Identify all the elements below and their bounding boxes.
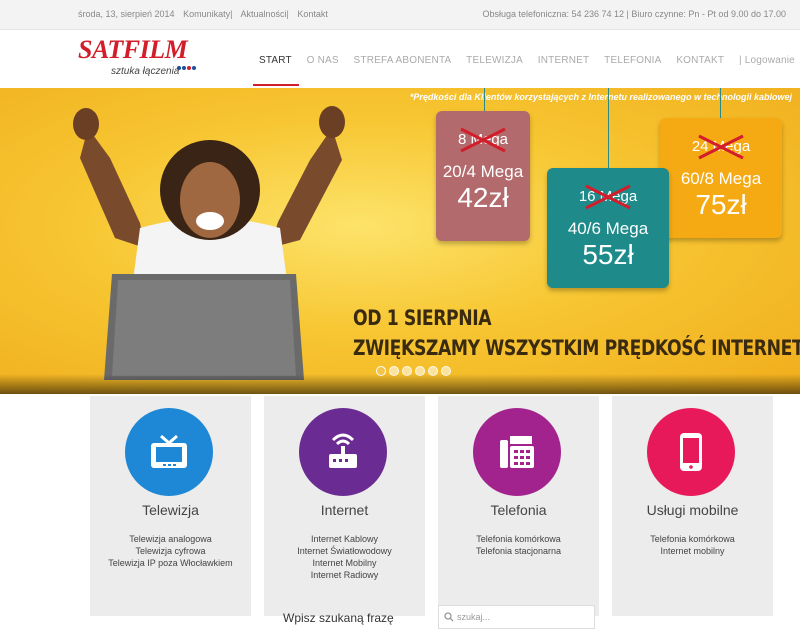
- service-links: Telefonia komórkowa Telefonia stacjonarn…: [438, 533, 599, 557]
- top-link-aktualnosci[interactable]: Aktualności: [240, 9, 286, 19]
- offer-price: 75zł: [695, 189, 747, 220]
- service-link[interactable]: Telewizja IP poza Włocławkiem: [90, 557, 251, 569]
- fax-phone-icon: [473, 408, 561, 496]
- nav-o-nas[interactable]: O NAS: [307, 55, 339, 66]
- service-link[interactable]: Internet Światłowodowy: [264, 545, 425, 557]
- offer-price: 42zł: [457, 182, 509, 213]
- service-title: Telefonia: [490, 502, 547, 518]
- service-links: Internet Kablowy Internet Światłowodowy …: [264, 533, 425, 581]
- service-link[interactable]: Internet mobilny: [612, 545, 773, 557]
- hero-slider[interactable]: *Prędkości dla Klientów korzystających z…: [0, 88, 800, 394]
- strike-x-icon: [585, 184, 631, 210]
- celebrating-person-with-laptop: [73, 106, 345, 380]
- search-icon: [444, 612, 454, 622]
- top-bar: środa, 13, sierpień 2014 Komunikaty| Akt…: [0, 0, 800, 30]
- services-section: Telewizja Telewizja analogowa Telewizja …: [90, 396, 773, 618]
- hero-slogan: OD 1 SIERPNIA ZWIĘKSZAMY WSZYSTKIM PRĘDK…: [353, 306, 800, 360]
- top-link-kontakt[interactable]: Kontakt: [297, 9, 328, 19]
- nav-internet[interactable]: INTERNET: [538, 55, 590, 66]
- tv-icon: [125, 408, 213, 496]
- service-box-internet[interactable]: Internet Internet Kablowy Internet Świat…: [264, 396, 425, 616]
- strike-x-icon: [698, 134, 744, 160]
- offer-price: 55zł: [582, 239, 634, 270]
- nav-logowanie[interactable]: | Logowanie: [739, 55, 795, 66]
- offer-new-speed: 40/6 Mega: [567, 219, 649, 238]
- strike-x-icon: [460, 127, 506, 153]
- service-title: Telewizja: [142, 502, 199, 518]
- logo-dots: [177, 57, 197, 70]
- service-link[interactable]: Telewizja analogowa: [90, 533, 251, 545]
- offer-new-speed: 20/4 Mega: [442, 162, 524, 181]
- logo-brand: SATFILM: [78, 35, 188, 64]
- nav-start[interactable]: START: [259, 55, 292, 66]
- service-link[interactable]: Internet Kablowy: [264, 533, 425, 545]
- offer-card-40-6[interactable]: 16 Mega 40/6 Mega 55zł: [547, 168, 669, 288]
- offer-card-60-8[interactable]: 24 Mega 60/8 Mega 75zł: [660, 118, 782, 238]
- mobile-phone-icon: [647, 408, 735, 496]
- service-title: Usługi mobilne: [646, 502, 739, 518]
- service-box-telewizja[interactable]: Telewizja Telewizja analogowa Telewizja …: [90, 396, 251, 616]
- service-title: Internet: [320, 502, 369, 518]
- top-link-komunikaty[interactable]: Komunikaty: [183, 9, 230, 19]
- service-link[interactable]: Telefonia komórkowa: [438, 533, 599, 545]
- nav-kontakt[interactable]: KONTAKT: [676, 55, 724, 66]
- service-box-uslugi-mobilne[interactable]: Usługi mobilne Telefonia komórkowa Inter…: [612, 396, 773, 616]
- service-link[interactable]: Internet Radiowy: [264, 569, 425, 581]
- search-label: Wpisz szukaną frazę: [283, 611, 394, 625]
- nav-telewizja[interactable]: TELEWIZJA: [466, 55, 523, 66]
- service-link[interactable]: Telefonia komórkowa: [612, 533, 773, 545]
- search-input[interactable]: szukaj...: [438, 605, 595, 629]
- service-links: Telewizja analogowa Telewizja cyfrowa Te…: [90, 533, 251, 569]
- offer-new-speed: 60/8 Mega: [680, 169, 762, 188]
- service-link[interactable]: Telewizja cyfrowa: [90, 545, 251, 557]
- service-links: Telefonia komórkowa Internet mobilny: [612, 533, 773, 557]
- search-placeholder: szukaj...: [457, 612, 491, 622]
- service-link[interactable]: Telefonia stacjonarna: [438, 545, 599, 557]
- offer-card-20-4[interactable]: 8 Mega 20/4 Mega 42zł: [436, 111, 530, 241]
- nav-telefonia[interactable]: TELEFONIA: [604, 55, 661, 66]
- logo-tagline: sztuka łączenia: [111, 66, 180, 77]
- satfilm-logo[interactable]: SATFILM sztuka łączenia: [78, 35, 198, 83]
- nav-active-indicator: [253, 84, 299, 86]
- contact-info: Obsługa telefoniczna: 54 236 74 12 | Biu…: [482, 9, 786, 19]
- slogan-line-1: OD 1 SIERPNIA: [353, 306, 492, 330]
- top-bar-left: środa, 13, sierpień 2014 Komunikaty| Akt…: [78, 9, 328, 19]
- service-link[interactable]: Internet Mobilny: [264, 557, 425, 569]
- main-nav: START O NAS STREFA ABONENTA TELEWIZJA IN…: [253, 55, 800, 86]
- site-header: SATFILM sztuka łączenia START O NAS STRE…: [0, 30, 800, 88]
- hero-bottom-shadow: [0, 374, 800, 394]
- hero-footnote: *Prędkości dla Klientów korzystających z…: [409, 92, 792, 102]
- current-date: środa, 13, sierpień 2014: [78, 9, 175, 19]
- slogan-line-2: ZWIĘKSZAMY WSZYSTKIM PRĘDKOŚĆ INTERNETU …: [353, 336, 800, 360]
- router-icon: [299, 408, 387, 496]
- service-box-telefonia[interactable]: Telefonia Telefonia komórkowa Telefonia …: [438, 396, 599, 616]
- nav-strefa-abonenta[interactable]: STREFA ABONENTA: [354, 55, 452, 66]
